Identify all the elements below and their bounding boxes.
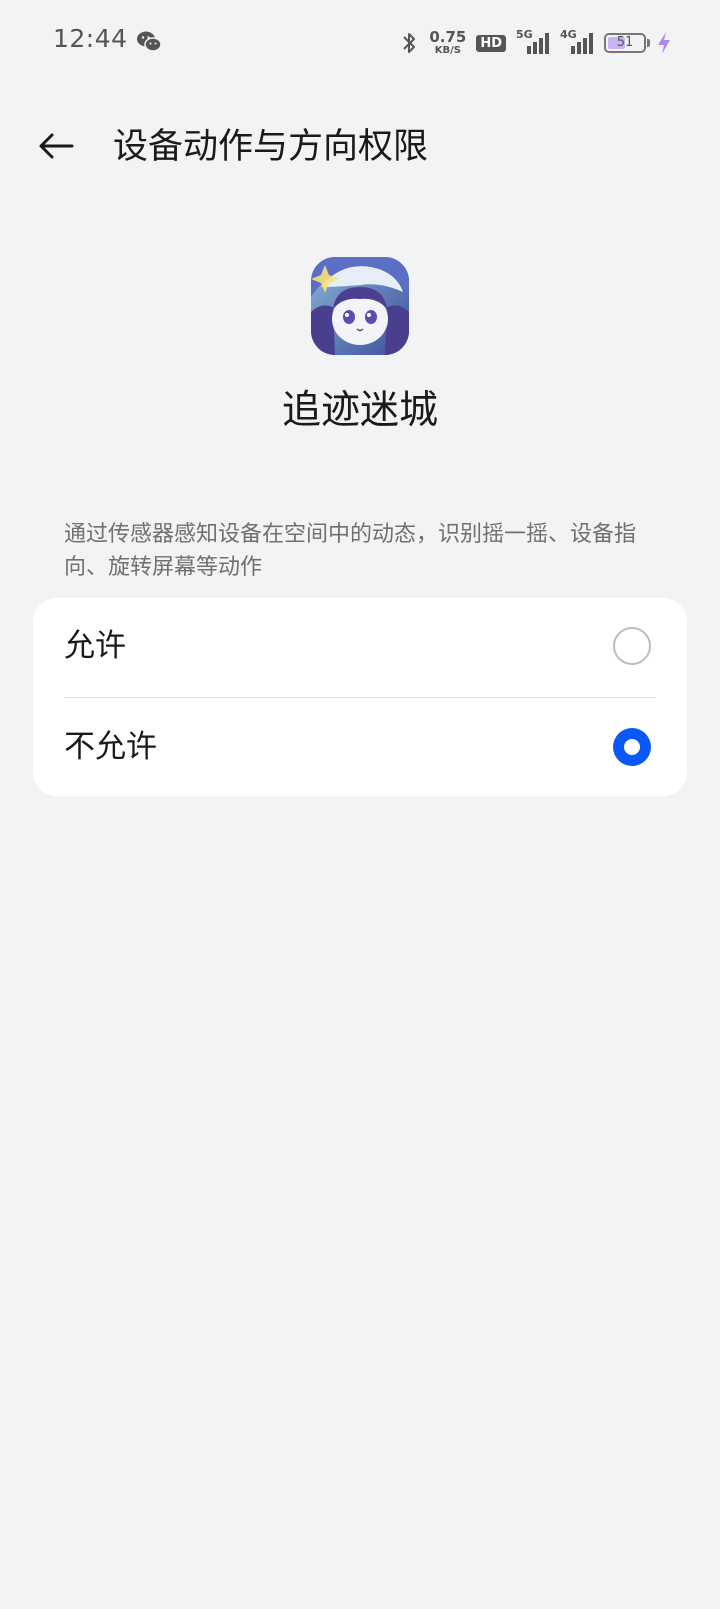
network-speed-value: 0.75 xyxy=(429,28,467,46)
page-title: 设备动作与方向权限 xyxy=(113,127,429,167)
divider xyxy=(64,697,656,698)
radio-allow[interactable] xyxy=(613,627,651,665)
option-deny[interactable]: 不允许 xyxy=(33,699,687,795)
permission-description: 通过传感器感知设备在空间中的动态，识别摇一摇、设备指向、旋转屏幕等动作 xyxy=(64,522,637,580)
signal-icon: 5G xyxy=(516,28,550,56)
status-time: 12:44 xyxy=(53,24,128,53)
option-deny-label: 不允许 xyxy=(64,729,157,765)
network-speed-unit: KB/S xyxy=(434,45,461,56)
option-allow-label: 允许 xyxy=(64,628,126,664)
back-button[interactable] xyxy=(30,120,82,172)
bluetooth-icon xyxy=(399,30,419,56)
network-speed: 0.75 KB/S xyxy=(429,30,466,56)
option-allow[interactable]: 允许 xyxy=(33,598,687,694)
charging-bolt-icon xyxy=(656,31,672,55)
app-name: 追迹迷城 xyxy=(281,388,438,433)
arrow-left-icon xyxy=(39,133,74,159)
wechat-icon xyxy=(136,30,162,54)
status-bar: 12:44 0.75 KB/S HD 5G 4G 51 xyxy=(0,0,720,86)
battery-icon: 51 xyxy=(604,33,650,53)
hd-badge: HD xyxy=(476,34,506,52)
status-icons: 0.75 KB/S HD 5G 4G 51 xyxy=(399,26,672,60)
app-icon xyxy=(311,257,409,355)
signal-icon: 4G xyxy=(560,28,594,56)
permission-options-card: 允许 不允许 xyxy=(33,598,687,796)
permission-page: 12:44 0.75 KB/S HD 5G 4G 51 设备动作与方向权限 追迹… xyxy=(0,0,720,1609)
battery-percent: 51 xyxy=(616,35,634,50)
radio-deny[interactable] xyxy=(613,728,651,766)
